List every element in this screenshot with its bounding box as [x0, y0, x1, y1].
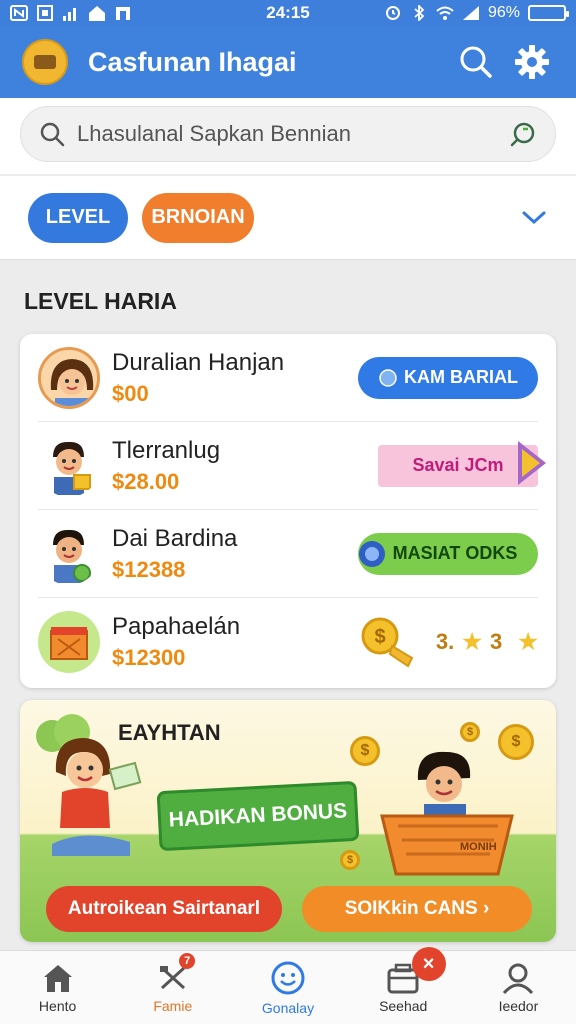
search-button[interactable]	[454, 40, 498, 84]
item-amount: $12300	[112, 645, 186, 670]
signal-icon	[63, 8, 76, 21]
gear-icon	[515, 45, 549, 79]
item-text: Duralian Hanjan $00	[112, 349, 358, 407]
wifi-icon	[436, 6, 454, 20]
smiley-icon	[271, 961, 305, 994]
battery-percent: 96%	[487, 4, 520, 21]
item-amount: $28.00	[112, 468, 180, 494]
star-icon: ★	[518, 629, 538, 654]
star-icon: ★	[462, 629, 483, 654]
boy-avatar-icon	[53, 441, 91, 495]
level-filter-chip[interactable]: LEVEL	[28, 192, 128, 243]
bubble-icon	[358, 540, 385, 567]
home-status-icon	[89, 6, 105, 21]
chevron-down-icon[interactable]	[520, 208, 548, 228]
list-item[interactable]: Dai Bardina $12388 MASIAT ODKS	[38, 510, 538, 598]
item-name: Tlerranlug	[112, 436, 221, 464]
level-list: Duralian Hanjan $00 KAM BARIAL Tlerranlu…	[20, 334, 556, 688]
coin-icon: $	[340, 850, 360, 870]
nav-label: Gonalay	[261, 999, 315, 1016]
boy-illustration: MONIH	[380, 751, 514, 876]
bottom-nav: Hento 7 Famie Gonalay × Seehad Ieedor	[0, 947, 576, 1024]
item-action-label: MASIAT ODKS	[392, 543, 518, 563]
rating-extra: 3	[490, 629, 503, 654]
qr-icon	[37, 5, 53, 21]
nav-label: Seehad	[379, 997, 428, 1014]
search-section	[0, 98, 576, 174]
nav-item-home[interactable]: Hento	[0, 951, 115, 1024]
battery-icon	[528, 5, 569, 21]
nav-item-game[interactable]: 7 Famie	[115, 951, 230, 1024]
item-action-button[interactable]: Savai JCm	[378, 440, 546, 487]
search-icon	[40, 122, 65, 147]
cell-signal-icon	[462, 6, 479, 20]
app-logo	[22, 39, 68, 85]
avatar	[38, 523, 100, 585]
home-icon	[43, 964, 72, 992]
notification-badge: ×	[411, 947, 446, 981]
coin-icon: $	[460, 722, 480, 742]
item-amount: $12388	[112, 556, 186, 582]
rating: $ 3. ★ 3 ★	[358, 614, 538, 670]
nav-item-profile[interactable]: Ieedor	[461, 951, 576, 1024]
globe-icon	[379, 368, 397, 387]
search-bar	[20, 106, 556, 162]
item-action-button[interactable]: MASIAT ODKS	[358, 532, 538, 575]
nav-label: Ieedor	[498, 997, 539, 1014]
item-action-label: Savai JCm	[412, 455, 504, 475]
rating-value: 3.	[435, 629, 455, 654]
treasure-box-icon	[50, 627, 88, 660]
item-name: Dai Bardina	[112, 524, 238, 552]
girl-illustration	[52, 738, 142, 856]
coin-key-icon: $	[361, 617, 414, 668]
boy-avatar-icon	[53, 529, 91, 583]
bonus-banner[interactable]: EAYHTAN HADIKAN BONUS $ $ $ $ MONIH Autr…	[20, 700, 556, 942]
settings-button[interactable]	[510, 40, 554, 84]
notification-badge: 7	[179, 953, 196, 969]
item-text: Tlerranlug $28.00	[112, 437, 378, 495]
list-item[interactable]: Papahaelán $12300 $ 3. ★ 3 ★	[38, 598, 538, 686]
item-text: Dai Bardina $12388	[112, 525, 358, 583]
bluetooth-icon	[414, 5, 425, 21]
voice-search-icon[interactable]	[509, 120, 537, 148]
item-amount: $00	[112, 380, 149, 406]
nav-label: Hento	[38, 997, 77, 1014]
status-left-icons	[10, 5, 132, 21]
item-action-label: KAM BARIAL	[404, 367, 518, 387]
avatar	[38, 435, 100, 497]
search-input[interactable]	[77, 121, 509, 147]
list-item[interactable]: Tlerranlug $28.00 Savai JCm	[38, 422, 546, 510]
alarm-icon	[385, 6, 400, 20]
bonus-filter-chip[interactable]: BRNOIAN	[142, 192, 254, 243]
search-icon	[460, 46, 492, 78]
list-item[interactable]: Duralian Hanjan $00 KAM BARIAL	[38, 334, 538, 422]
ribbon-icon	[518, 440, 546, 485]
girl-avatar-icon	[41, 349, 97, 406]
status-bar: 24:15 96%	[0, 0, 576, 26]
banner-left-button[interactable]: Autroikean Sairtanarl	[46, 886, 282, 932]
svg-text:$: $	[374, 626, 385, 648]
section-title: LEVEL HARIA	[24, 288, 177, 314]
item-action-button[interactable]: KAM BARIAL	[358, 356, 538, 399]
basket-label: MONIH	[460, 841, 497, 853]
filter-row: LEVEL BRNOIAN	[0, 176, 576, 260]
profile-icon	[503, 963, 534, 994]
nav-label: Famie	[153, 997, 193, 1014]
bonus-sign: HADIKAN BONUS	[156, 780, 360, 852]
avatar	[38, 611, 100, 673]
app-title: Casfunan Ihagai	[88, 46, 297, 77]
status-right-icons: 96%	[384, 4, 569, 22]
nav-item-search[interactable]: × Seehad	[346, 947, 461, 1024]
app-status-icon	[116, 7, 130, 20]
avatar	[38, 346, 100, 409]
app-bar: Casfunan Ihagai	[0, 26, 576, 98]
item-text: Papahaelán $12300	[112, 613, 358, 671]
banner-right-button[interactable]: SOIKkin CANS ›	[302, 886, 532, 932]
item-name: Duralian Hanjan	[112, 348, 285, 376]
nfc-icon	[10, 5, 28, 21]
item-name: Papahaelán	[112, 613, 241, 640]
nav-item-gonalay[interactable]: Gonalay	[230, 951, 345, 1024]
